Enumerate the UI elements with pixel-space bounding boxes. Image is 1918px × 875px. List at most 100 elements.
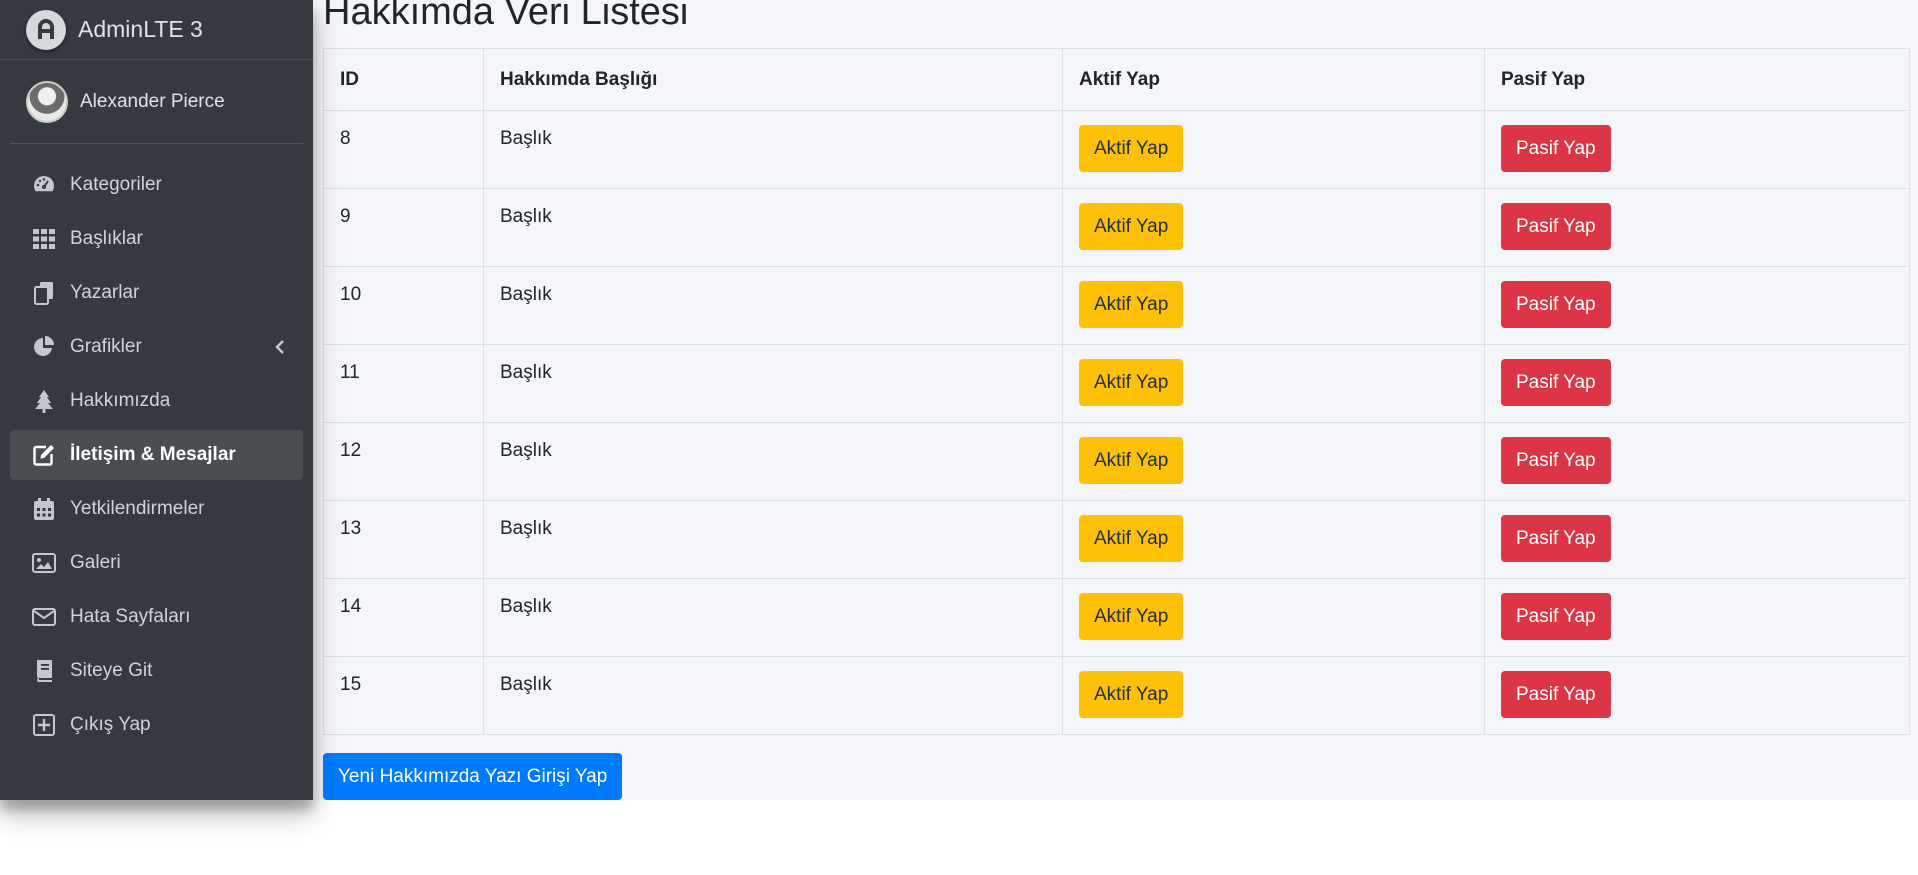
sidebar-item-yazarlar[interactable]: Yazarlar (10, 268, 303, 318)
activate-button[interactable]: Aktif Yap (1079, 281, 1184, 328)
cell-activate: Aktif Yap (1062, 266, 1485, 345)
activate-button[interactable]: Aktif Yap (1079, 437, 1184, 484)
cell-activate: Aktif Yap (1062, 500, 1485, 579)
sidebar-item-label: Grafikler (70, 336, 142, 357)
activate-button[interactable]: Aktif Yap (1079, 359, 1184, 406)
sidebar-item-cikis-yap[interactable]: Çıkış Yap (10, 700, 303, 750)
sidebar-item-label: Yazarlar (70, 282, 140, 303)
table-row: 11 Başlık Aktif Yap Pasif Yap (323, 344, 1910, 423)
sidebar-item-grafikler[interactable]: Grafikler (10, 322, 303, 372)
user-name: Alexander Pierce (80, 90, 225, 112)
cell-title: Başlık (483, 188, 1063, 267)
cell-title: Başlık (483, 500, 1063, 579)
table-header-row: ID Hakkımda Başlığı Aktif Yap Pasif Yap (323, 48, 1910, 111)
cell-id: 15 (323, 656, 484, 735)
page-title: Hakkımda Veri Listesi (323, 0, 689, 33)
tree-icon (32, 389, 56, 413)
column-header-activate: Aktif Yap (1062, 48, 1485, 111)
sidebar-nav: Kategoriler Başlıklar Yazarlar Grafikler (10, 160, 303, 750)
app-root: AdminLTE 3 Alexander Pierce Kategoriler … (0, 0, 1918, 875)
deactivate-button[interactable]: Pasif Yap (1501, 671, 1611, 718)
cell-activate: Aktif Yap (1062, 188, 1485, 267)
brand-text: AdminLTE 3 (78, 16, 203, 42)
cell-title: Başlık (483, 110, 1063, 189)
envelope-icon (32, 605, 56, 629)
cell-activate: Aktif Yap (1062, 578, 1485, 657)
pie-chart-icon (32, 335, 56, 359)
sidebar-item-label: Yetkilendirmeler (70, 498, 205, 519)
sidebar-item-iletisim-mesajlar[interactable]: İletişim & Mesajlar (10, 430, 303, 480)
main-content: Hakkımda Veri Listesi ID Hakkımda Başlığ… (313, 0, 1918, 800)
edit-icon (32, 443, 56, 467)
table-row: 15 Başlık Aktif Yap Pasif Yap (323, 656, 1910, 735)
chevron-left-icon (275, 339, 285, 361)
sidebar-item-basliklar[interactable]: Başlıklar (10, 214, 303, 264)
sidebar-item-label: Siteye Git (70, 660, 153, 681)
cell-deactivate: Pasif Yap (1484, 188, 1910, 267)
cell-title: Başlık (483, 266, 1063, 345)
sidebar-item-hakkimizda[interactable]: Hakkımızda (10, 376, 303, 426)
sidebar-item-siteye-git[interactable]: Siteye Git (10, 646, 303, 696)
deactivate-button[interactable]: Pasif Yap (1501, 359, 1611, 406)
sidebar-item-kategoriler[interactable]: Kategoriler (10, 160, 303, 210)
cell-activate: Aktif Yap (1062, 344, 1485, 423)
cell-deactivate: Pasif Yap (1484, 266, 1910, 345)
sidebar-item-label: Hata Sayfaları (70, 606, 191, 627)
book-icon (32, 659, 56, 683)
cell-activate: Aktif Yap (1062, 422, 1485, 501)
activate-button[interactable]: Aktif Yap (1079, 593, 1184, 640)
deactivate-button[interactable]: Pasif Yap (1501, 515, 1611, 562)
image-icon (32, 551, 56, 575)
cell-title: Başlık (483, 344, 1063, 423)
activate-button[interactable]: Aktif Yap (1079, 203, 1184, 250)
sidebar-item-yetkilendirmeler[interactable]: Yetkilendirmeler (10, 484, 303, 534)
table-row: 10 Başlık Aktif Yap Pasif Yap (323, 266, 1910, 345)
column-header-id: ID (323, 48, 484, 111)
sidebar-item-label: Başlıklar (70, 228, 143, 249)
sidebar-item-label: İletişim & Mesajlar (70, 444, 236, 465)
deactivate-button[interactable]: Pasif Yap (1501, 437, 1611, 484)
table-row: 8 Başlık Aktif Yap Pasif Yap (323, 110, 1910, 189)
add-new-about-button[interactable]: Yeni Hakkımızda Yazı Girişi Yap (323, 753, 623, 800)
cell-title: Başlık (483, 422, 1063, 501)
deactivate-button[interactable]: Pasif Yap (1501, 203, 1611, 250)
table-row: 14 Başlık Aktif Yap Pasif Yap (323, 578, 1910, 657)
activate-button[interactable]: Aktif Yap (1079, 125, 1184, 172)
deactivate-button[interactable]: Pasif Yap (1501, 281, 1611, 328)
cell-id: 10 (323, 266, 484, 345)
cell-id: 8 (323, 110, 484, 189)
sidebar-item-label: Kategoriler (70, 174, 162, 195)
cell-deactivate: Pasif Yap (1484, 578, 1910, 657)
table-row: 12 Başlık Aktif Yap Pasif Yap (323, 422, 1910, 501)
tachometer-icon (32, 173, 56, 197)
cell-deactivate: Pasif Yap (1484, 110, 1910, 189)
cell-id: 14 (323, 578, 484, 657)
cell-id: 9 (323, 188, 484, 267)
deactivate-button[interactable]: Pasif Yap (1501, 125, 1611, 172)
cell-title: Başlık (483, 578, 1063, 657)
user-panel[interactable]: Alexander Pierce (10, 60, 303, 144)
sidebar: AdminLTE 3 Alexander Pierce Kategoriler … (0, 0, 313, 800)
sidebar-item-label: Çıkış Yap (70, 714, 151, 735)
deactivate-button[interactable]: Pasif Yap (1501, 593, 1611, 640)
grid-icon (32, 227, 56, 251)
brand-link[interactable]: AdminLTE 3 (0, 0, 313, 60)
table-row: 9 Başlık Aktif Yap Pasif Yap (323, 188, 1910, 267)
cell-id: 11 (323, 344, 484, 423)
cell-deactivate: Pasif Yap (1484, 656, 1910, 735)
sidebar-item-label: Galeri (70, 552, 121, 573)
avatar (26, 80, 68, 123)
sidebar-item-galeri[interactable]: Galeri (10, 538, 303, 588)
data-table: ID Hakkımda Başlığı Aktif Yap Pasif Yap … (323, 48, 1910, 735)
activate-button[interactable]: Aktif Yap (1079, 671, 1184, 718)
adminlte-logo-icon (26, 9, 66, 50)
table-row: 13 Başlık Aktif Yap Pasif Yap (323, 500, 1910, 579)
cell-activate: Aktif Yap (1062, 656, 1485, 735)
sidebar-item-hata-sayfalari[interactable]: Hata Sayfaları (10, 592, 303, 642)
copy-icon (32, 281, 56, 305)
activate-button[interactable]: Aktif Yap (1079, 515, 1184, 562)
column-header-title: Hakkımda Başlığı (483, 48, 1063, 111)
cell-deactivate: Pasif Yap (1484, 344, 1910, 423)
cell-id: 12 (323, 422, 484, 501)
calendar-icon (32, 497, 56, 521)
